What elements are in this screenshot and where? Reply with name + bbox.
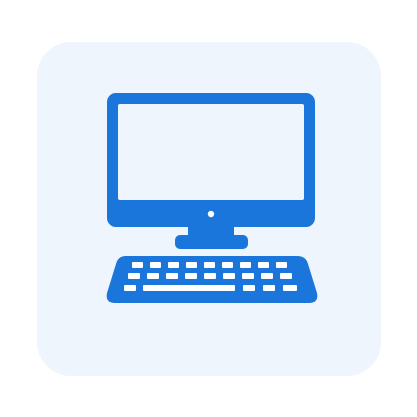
keyboard-key (150, 262, 161, 268)
app-icon-canvas (0, 0, 417, 417)
keyboard-key (261, 273, 273, 279)
keyboard-key (263, 285, 275, 291)
keyboard-key (240, 262, 251, 268)
keyboard-key (243, 285, 255, 291)
keyboard-key (124, 285, 136, 291)
monitor-stand-neck (188, 227, 234, 235)
keyboard-key (283, 285, 297, 291)
keyboard-key (168, 262, 179, 268)
power-indicator (207, 210, 215, 218)
keyboard-key (166, 273, 178, 279)
keyboard-key (147, 273, 159, 279)
keyboard-spacebar (143, 285, 235, 291)
keyboard-key (276, 262, 287, 268)
keyboard-key (185, 273, 197, 279)
monitor-screen (118, 104, 304, 200)
keyboard-key (258, 262, 269, 268)
keyboard-key (223, 273, 235, 279)
monitor-stand-base (175, 235, 248, 249)
keyboard-key (222, 262, 233, 268)
keyboard-key (242, 273, 254, 279)
keyboard-key (280, 273, 292, 279)
keyboard-key (204, 273, 216, 279)
desktop-computer-icon (106, 93, 318, 303)
keyboard-key (128, 273, 140, 279)
keyboard-key (204, 262, 215, 268)
keyboard-key (132, 262, 143, 268)
keyboard-key (186, 262, 197, 268)
